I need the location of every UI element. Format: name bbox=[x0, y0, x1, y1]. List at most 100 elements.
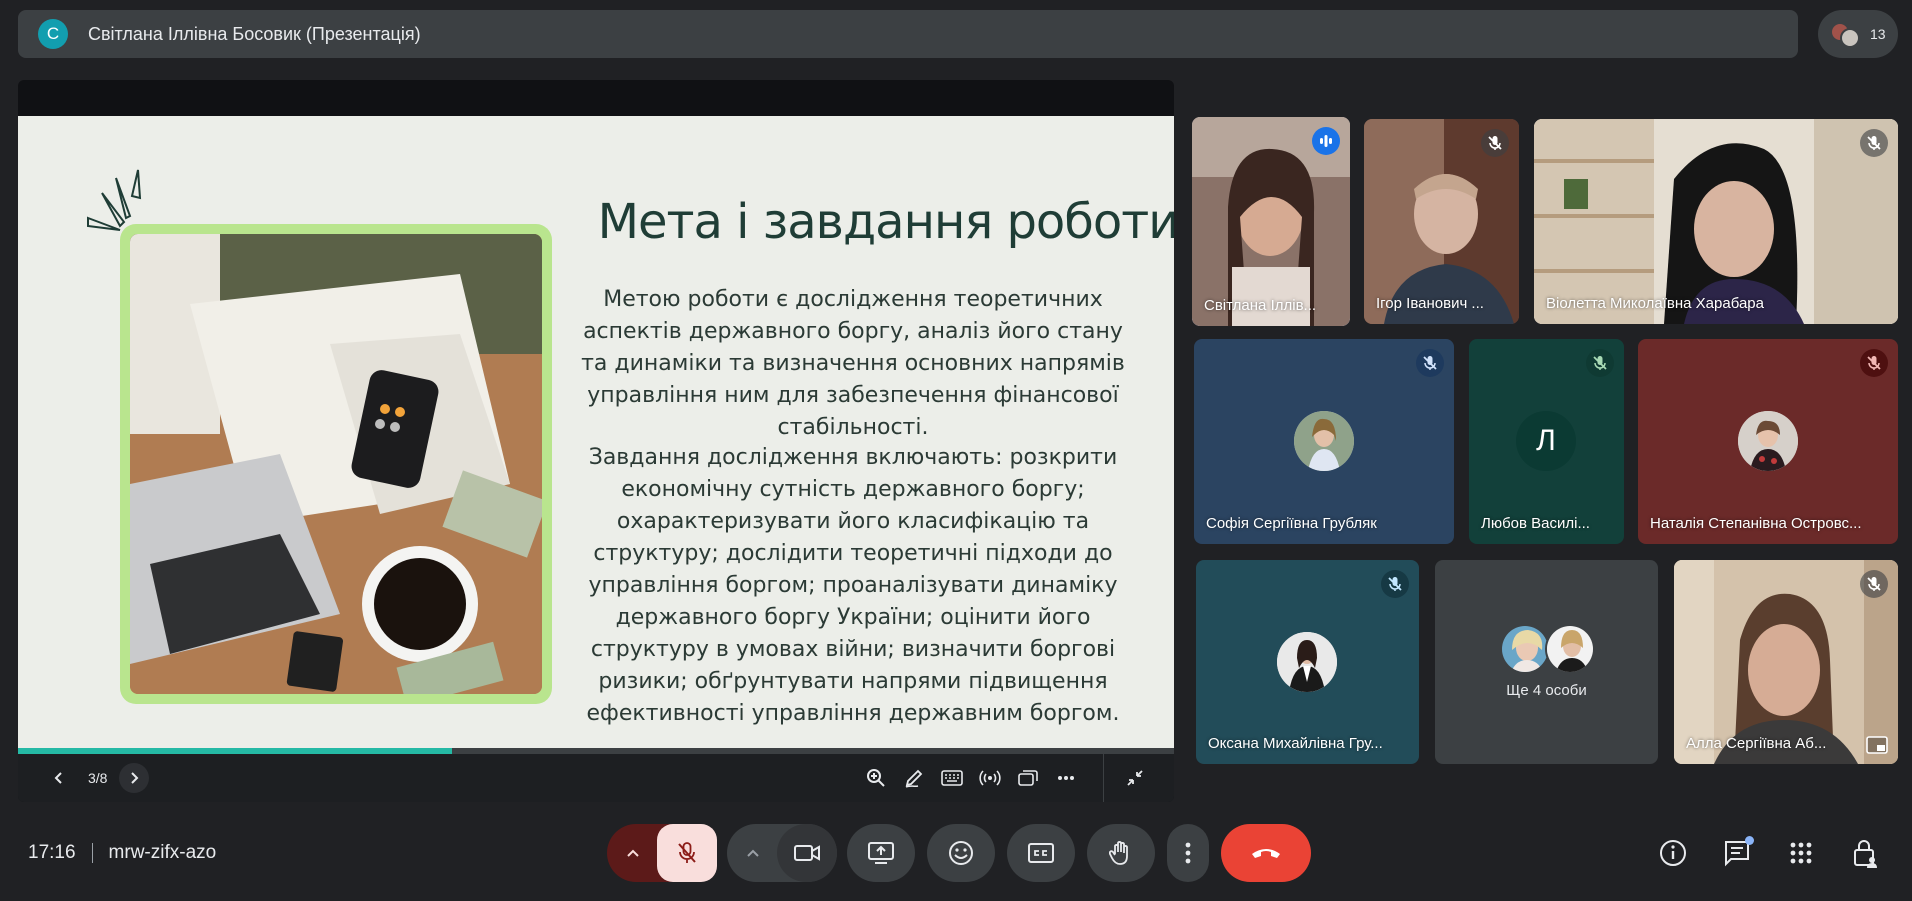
present-screen-icon bbox=[868, 842, 894, 864]
zoom-in-icon bbox=[867, 769, 885, 787]
camera-options-button[interactable] bbox=[727, 824, 779, 882]
avatar bbox=[1738, 411, 1798, 471]
captions-button[interactable] bbox=[1007, 824, 1075, 882]
info-icon bbox=[1660, 840, 1686, 866]
chat-button[interactable] bbox=[1720, 836, 1754, 870]
exit-fullscreen-button[interactable] bbox=[1120, 763, 1150, 793]
presentation-area: Мета і завдання роботи Метою роботи є до… bbox=[18, 80, 1174, 802]
mic-toggle-button[interactable] bbox=[657, 824, 717, 882]
camera-toggle-button[interactable] bbox=[777, 824, 837, 882]
picture-in-picture-icon[interactable] bbox=[1866, 736, 1888, 754]
mic-off-icon bbox=[1860, 349, 1888, 377]
more-participants-tile[interactable]: Ще 4 особи bbox=[1435, 560, 1658, 764]
participant-tile-speaking[interactable]: Світлана Іллів... bbox=[1192, 117, 1350, 326]
mic-off-icon bbox=[1860, 129, 1888, 157]
presenter-title: Світлана Іллівна Босовик (Презентація) bbox=[88, 23, 421, 44]
slide-goal-text: Метою роботи є дослідження теоретичних а… bbox=[581, 287, 1125, 440]
avatar: Л bbox=[1516, 411, 1576, 471]
zoom-button[interactable] bbox=[861, 763, 891, 793]
participant-tile[interactable]: Л Любов Василі... bbox=[1469, 339, 1624, 544]
more-participants-label: Ще 4 особи bbox=[1506, 682, 1587, 699]
participant-name: Наталія Степанівна Островс... bbox=[1650, 515, 1862, 532]
mic-off-icon bbox=[1381, 570, 1409, 598]
more-presentation-options-button[interactable] bbox=[1051, 763, 1081, 793]
chevron-up-icon bbox=[627, 849, 639, 857]
participant-tile[interactable]: Ігор Іванович ... bbox=[1364, 119, 1519, 324]
participant-name: Любов Василі... bbox=[1481, 515, 1590, 532]
switch-view-button[interactable] bbox=[1013, 763, 1043, 793]
mic-off-icon bbox=[1586, 349, 1614, 377]
closed-captions-icon bbox=[1028, 843, 1054, 863]
avatar bbox=[1294, 411, 1354, 471]
more-options-button[interactable] bbox=[1167, 824, 1209, 882]
video-camera-icon bbox=[794, 845, 820, 861]
participants-chip[interactable]: 13 bbox=[1818, 10, 1898, 58]
participant-name: Віолетта Миколаївна Харабара bbox=[1546, 295, 1764, 312]
activities-button[interactable] bbox=[1784, 836, 1818, 870]
participant-avatars-icon bbox=[1830, 18, 1862, 50]
meeting-code: mrw-zifx-azo bbox=[108, 842, 217, 863]
pen-icon bbox=[905, 769, 923, 788]
previous-slide-button[interactable] bbox=[44, 763, 74, 793]
presentation-tools bbox=[861, 754, 1174, 802]
broadcast-icon bbox=[979, 770, 1001, 786]
meeting-toolbar: 17:16 mrw-zifx-azo bbox=[0, 820, 1912, 901]
participant-tile[interactable]: Наталія Степанівна Островс... bbox=[1638, 339, 1898, 544]
participant-name: Алла Сергіївна Аб... bbox=[1686, 735, 1827, 752]
lock-person-icon bbox=[1854, 840, 1877, 868]
emoji-icon bbox=[949, 841, 973, 865]
camera-control bbox=[727, 824, 837, 882]
divider bbox=[1103, 754, 1104, 802]
broadcast-button[interactable] bbox=[975, 763, 1005, 793]
annotate-button[interactable] bbox=[899, 763, 929, 793]
participant-tile[interactable]: Віолетта Миколаївна Харабара bbox=[1534, 119, 1898, 324]
chevron-right-icon bbox=[131, 772, 139, 784]
participant-count: 13 bbox=[1870, 26, 1886, 42]
more-horizontal-icon bbox=[1058, 776, 1074, 780]
presenter-avatar: С bbox=[38, 19, 68, 49]
desk-calculator-photo bbox=[130, 234, 548, 707]
avatar bbox=[1545, 624, 1595, 674]
participant-name: Світлана Іллів... bbox=[1204, 297, 1317, 314]
presentation-controls: 3/8 bbox=[18, 754, 1174, 802]
end-call-icon bbox=[1252, 849, 1280, 858]
speaking-indicator-icon bbox=[1312, 127, 1340, 155]
meeting-info: 17:16 mrw-zifx-azo bbox=[28, 842, 216, 864]
raise-hand-button[interactable] bbox=[1087, 824, 1155, 882]
presenter-bar: С Світлана Іллівна Босовик (Презентація) bbox=[18, 10, 1798, 58]
slide-title: Мета і завдання роботи bbox=[597, 194, 1174, 250]
slide-tasks-text: Завдання дослідження включають: розкрити… bbox=[586, 445, 1120, 726]
participant-name: Оксана Михайлівна Гру... bbox=[1208, 735, 1383, 752]
keyboard-shortcuts-button[interactable] bbox=[937, 763, 967, 793]
participant-tile[interactable]: Оксана Михайлівна Гру... bbox=[1196, 560, 1419, 764]
leave-call-button[interactable] bbox=[1221, 824, 1311, 882]
window-switch-icon bbox=[1018, 770, 1038, 786]
participant-name: Ігор Іванович ... bbox=[1376, 295, 1484, 312]
microphone-control bbox=[607, 824, 717, 882]
collapse-icon bbox=[1127, 770, 1143, 786]
more-vertical-icon bbox=[1185, 842, 1191, 864]
mic-off-icon bbox=[1860, 570, 1888, 598]
meeting-time: 17:16 bbox=[28, 842, 76, 863]
hand-icon bbox=[1109, 841, 1128, 865]
notification-dot bbox=[1745, 836, 1754, 845]
next-slide-button[interactable] bbox=[119, 763, 150, 793]
host-controls-button[interactable] bbox=[1848, 836, 1882, 870]
chevron-left-icon bbox=[54, 772, 62, 784]
mic-off-icon bbox=[1416, 349, 1444, 377]
divider bbox=[91, 843, 93, 863]
participant-name: Софія Сергіївна Грубляк bbox=[1206, 515, 1377, 532]
participant-tile[interactable]: Софія Сергіївна Грубляк bbox=[1194, 339, 1454, 544]
avatar bbox=[1500, 624, 1550, 674]
mic-off-icon bbox=[1481, 129, 1509, 157]
present-screen-button[interactable] bbox=[847, 824, 915, 882]
avatar bbox=[1277, 632, 1337, 692]
apps-grid-icon bbox=[1790, 842, 1812, 864]
participant-tile[interactable]: Алла Сергіївна Аб... bbox=[1674, 560, 1898, 764]
keyboard-icon bbox=[941, 770, 963, 786]
mic-options-button[interactable] bbox=[607, 824, 659, 882]
meeting-details-button[interactable] bbox=[1656, 836, 1690, 870]
participant-video bbox=[1534, 119, 1898, 324]
mic-off-icon bbox=[678, 842, 696, 863]
reactions-button[interactable] bbox=[927, 824, 995, 882]
